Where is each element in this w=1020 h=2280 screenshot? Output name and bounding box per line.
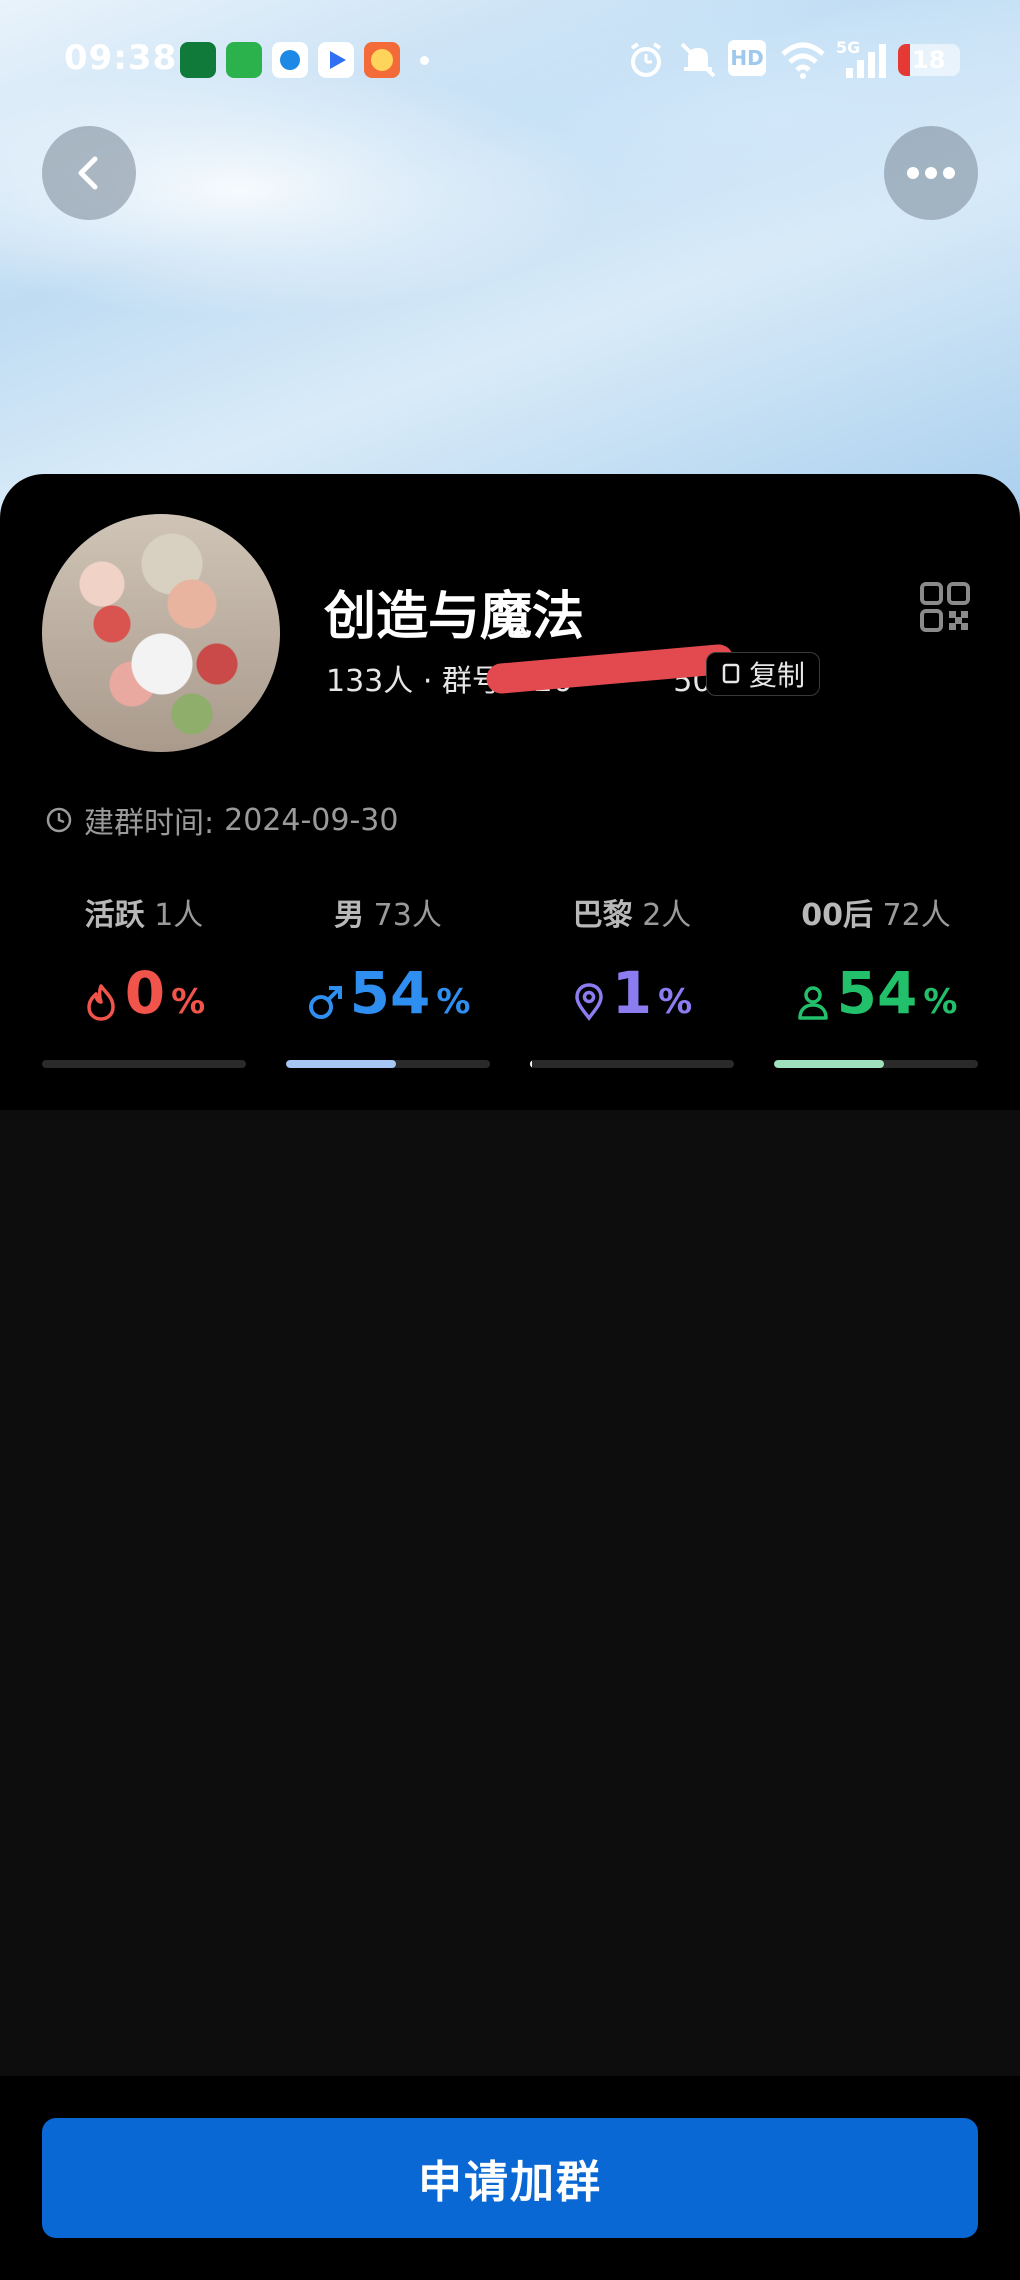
group-info-card: 创造与魔法 133人 · 群号: 26 50 复制 建群时间: 2024-09-… xyxy=(0,474,1020,1110)
video-app-icon xyxy=(318,42,354,78)
stat-progress-track xyxy=(774,1060,978,1068)
stat-progress-track xyxy=(42,1060,246,1068)
browser-app-icon xyxy=(272,42,308,78)
copy-icon xyxy=(722,663,740,684)
stat-male[interactable]: 男 73人 54 % xyxy=(286,890,490,1068)
chevron-left-icon xyxy=(78,156,98,190)
stat-count: 72人 xyxy=(882,898,951,933)
stat-number: 0 xyxy=(124,959,166,1027)
stat-value: 54 % xyxy=(286,958,490,1022)
join-group-button[interactable]: 申请加群 xyxy=(42,2118,978,2238)
notification-dot xyxy=(420,56,429,65)
battery-icon: 18 xyxy=(898,44,960,76)
stat-progress-track xyxy=(530,1060,734,1068)
stat-location[interactable]: 巴黎 2人 1 % xyxy=(530,890,734,1068)
group-name: 创造与魔法 xyxy=(324,587,585,647)
status-time: 09:38 xyxy=(64,38,178,78)
status-bar: 09:38 HD 5G 18 xyxy=(0,0,1020,120)
location-pin-icon xyxy=(575,983,603,1021)
created-date: 2024-09-30 xyxy=(224,802,399,838)
battery-level: 18 xyxy=(912,46,946,74)
stat-age-group[interactable]: 00后 72人 54 % xyxy=(774,890,978,1068)
member-count: 133人 xyxy=(326,664,414,699)
oppo-app-icon xyxy=(180,42,216,78)
stat-count: 73人 xyxy=(373,898,442,933)
stat-unit: % xyxy=(171,982,206,1022)
stat-title: 活跃 xyxy=(84,898,145,933)
stat-count: 1人 xyxy=(154,898,204,933)
signal-icon xyxy=(846,44,886,78)
fire-icon xyxy=(87,984,115,1021)
stat-unit: % xyxy=(436,982,471,1022)
stat-progress-fill xyxy=(286,1060,397,1068)
stat-progress-fill xyxy=(530,1060,533,1068)
stat-active[interactable]: 活跃 1人 0 % xyxy=(42,890,246,1068)
stat-progress-track xyxy=(286,1060,490,1068)
copy-group-id-button[interactable]: 复制 xyxy=(706,652,821,696)
stat-label: 00后 72人 xyxy=(774,890,978,934)
more-button[interactable] xyxy=(884,126,978,220)
stat-unit: % xyxy=(658,982,693,1022)
clock-icon xyxy=(46,807,72,833)
stat-label: 活跃 1人 xyxy=(42,890,246,934)
group-avatar[interactable] xyxy=(42,514,280,752)
person-icon xyxy=(797,986,828,1020)
copy-label: 复制 xyxy=(749,659,806,692)
game-app-icon xyxy=(364,42,400,78)
stat-number: 54 xyxy=(349,959,431,1027)
back-button[interactable] xyxy=(42,126,136,220)
stat-value: 54 % xyxy=(774,958,978,1022)
wifi-icon xyxy=(781,42,825,79)
mute-icon xyxy=(680,42,716,78)
stat-number: 54 xyxy=(836,959,918,1027)
alarm-icon xyxy=(630,42,662,77)
stat-title: 00后 xyxy=(801,898,873,933)
created-time: 建群时间: 2024-09-30 xyxy=(44,798,398,842)
hd-icon: HD xyxy=(728,40,766,76)
stat-progress-fill xyxy=(774,1060,885,1068)
stat-count: 2人 xyxy=(642,898,692,933)
qr-code-icon[interactable] xyxy=(920,582,970,632)
meta-separator: · xyxy=(422,664,433,699)
stat-value: 0 % xyxy=(42,958,246,1022)
stat-label: 巴黎 2人 xyxy=(530,890,734,934)
more-dots-icon xyxy=(907,167,955,179)
stat-title: 巴黎 xyxy=(572,898,633,933)
stat-label: 男 73人 xyxy=(286,890,490,934)
stat-unit: % xyxy=(923,982,958,1022)
stat-title: 男 xyxy=(334,898,365,933)
stat-value: 1 % xyxy=(530,958,734,1022)
stat-number: 1 xyxy=(611,959,653,1027)
created-label: 建群时间: xyxy=(84,806,215,841)
male-icon xyxy=(308,986,342,1019)
messages-app-icon xyxy=(226,42,262,78)
